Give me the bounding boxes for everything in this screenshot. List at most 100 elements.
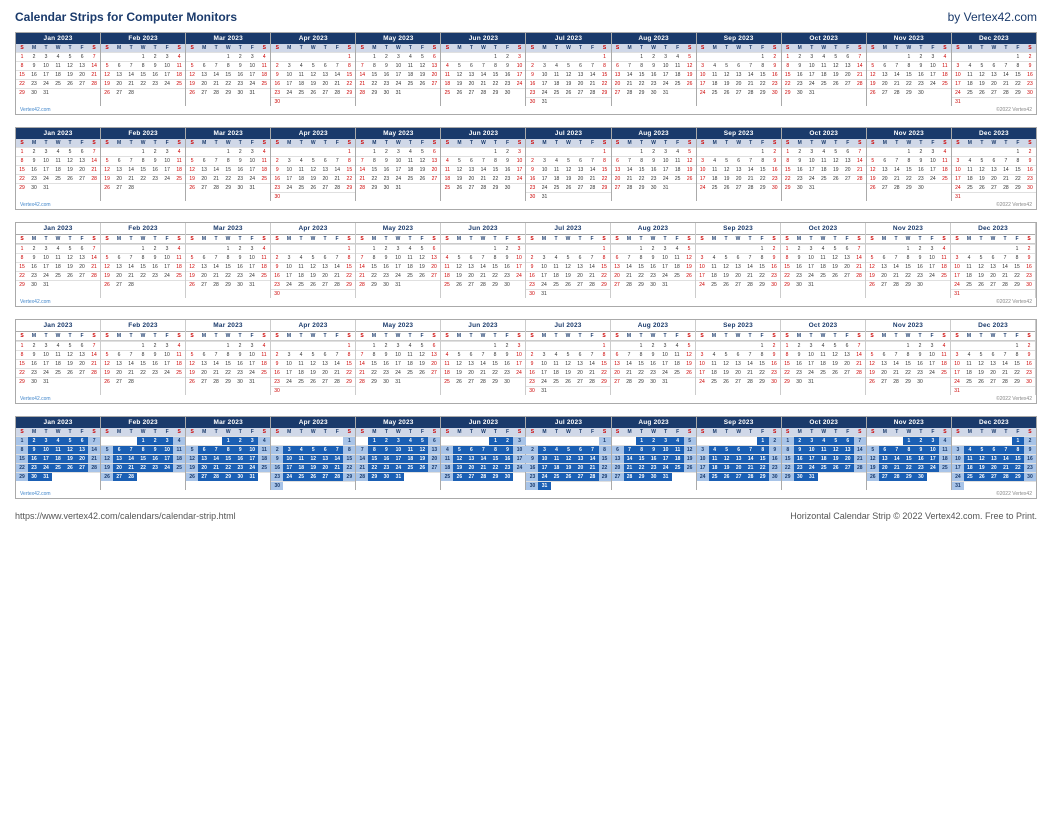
day-cell: 2: [768, 245, 780, 253]
day-cell: 18: [964, 175, 976, 183]
dow-cell: S: [782, 139, 794, 147]
dow-cell: S: [1024, 44, 1036, 52]
day-cell: 16: [647, 360, 659, 368]
strip-footer: Vertex42.com©2022 Vertex42: [16, 201, 1036, 209]
dow-cell: S: [599, 428, 611, 436]
dow-cell: T: [149, 428, 161, 436]
dow-cell: M: [708, 235, 720, 243]
week-row: 19202122232425: [101, 368, 185, 377]
day-cell: 17: [246, 360, 258, 368]
day-cell: 28: [210, 378, 222, 386]
dow-cell: S: [867, 139, 879, 147]
day-cell: 28: [125, 184, 137, 192]
day-cell: 6: [113, 62, 125, 70]
week-row: 262728293031: [186, 377, 270, 386]
month-header: Jan 2023: [16, 320, 100, 332]
day-cell: 18: [441, 175, 453, 183]
day-cell: 26: [64, 175, 76, 183]
day-cell: 6: [113, 351, 125, 359]
day-cell: 18: [550, 272, 562, 280]
day-cell: 18: [964, 80, 976, 88]
day-cell: [878, 342, 890, 350]
day-cell: [283, 437, 295, 445]
dow-cell: S: [599, 139, 611, 147]
day-cell: [879, 437, 891, 445]
week-row: 262728293031: [186, 88, 270, 97]
day-cell: 20: [113, 80, 125, 88]
day-cell: 29: [756, 281, 768, 289]
month-block: Mar 2023SMTWTFS 123456789101112131415161…: [186, 320, 271, 395]
day-cell: 2: [769, 437, 781, 445]
day-cell: 2: [769, 53, 781, 61]
day-cell: 25: [404, 369, 416, 377]
day-cell: 1: [635, 342, 647, 350]
day-cell: 19: [453, 175, 465, 183]
dow-cell: S: [343, 139, 355, 147]
day-cell: 7: [356, 62, 368, 70]
day-cell: 21: [1000, 464, 1012, 472]
day-cell: [283, 148, 295, 156]
dow-cell: F: [501, 428, 513, 436]
day-cell: 2: [28, 245, 40, 253]
dow-cell: S: [1024, 428, 1036, 436]
day-cell: 5: [720, 254, 732, 262]
day-cell: 17: [927, 166, 939, 174]
day-cell: 11: [672, 157, 684, 165]
day-cell: 29: [903, 184, 915, 192]
dow-cell: M: [368, 235, 380, 243]
day-cell: [441, 342, 453, 350]
day-cell: [550, 387, 562, 395]
day-cell: 26: [64, 464, 76, 472]
dow-cell: M: [964, 428, 976, 436]
month-block: Jul 2023SMTWTFS 123456789101112131415161…: [526, 33, 611, 106]
day-cell: 17: [40, 455, 52, 463]
day-cell: 15: [781, 263, 793, 271]
day-cell: [52, 281, 64, 289]
day-cell: 1: [343, 437, 355, 445]
day-cell: 14: [853, 351, 865, 359]
day-cell: 3: [40, 342, 52, 350]
day-cell: 4: [551, 157, 563, 165]
day-cell: 8: [16, 157, 28, 165]
dow-cell: W: [817, 235, 829, 243]
dow-cell: W: [222, 139, 234, 147]
day-cell: 1: [781, 342, 793, 350]
day-cell: 13: [113, 166, 125, 174]
day-cell: 27: [611, 378, 623, 386]
dow-cell: T: [915, 44, 927, 52]
week-row: 17181920212223: [952, 463, 1036, 472]
dow-cell: F: [331, 428, 343, 436]
day-cell: 3: [392, 53, 404, 61]
day-cell: 1: [16, 53, 28, 61]
day-cell: 31: [538, 193, 550, 201]
day-cell: 25: [672, 464, 684, 472]
day-cell: [830, 184, 842, 192]
day-cell: 3: [392, 148, 404, 156]
day-cell: 13: [841, 351, 853, 359]
day-cell: 23: [271, 473, 283, 481]
day-cell: 16: [234, 455, 246, 463]
dow-cell: W: [563, 44, 575, 52]
dow-row: SMTWTFS: [271, 428, 355, 436]
day-cell: 17: [926, 360, 938, 368]
dow-cell: M: [453, 332, 465, 340]
month-block: Aug 2023SMTWTFS 123456789101112131415161…: [612, 33, 697, 106]
day-cell: 15: [902, 263, 914, 271]
day-cell: 27: [611, 281, 623, 289]
day-cell: 2: [501, 245, 513, 253]
month-header: Mar 2023: [186, 417, 270, 428]
week-row: 1: [271, 244, 355, 253]
dow-cell: S: [186, 235, 198, 243]
day-cell: 26: [684, 464, 696, 472]
day-cell: 30: [271, 482, 283, 490]
day-cell: 4: [52, 53, 64, 61]
day-cell: [879, 53, 891, 61]
month-block: Apr 2023SMTWTFS 123456789101112131415161…: [271, 223, 356, 298]
day-cell: 31: [805, 378, 817, 386]
dow-cell: T: [830, 428, 842, 436]
day-cell: 10: [392, 62, 404, 70]
day-cell: 22: [16, 464, 28, 472]
day-cell: 22: [1012, 80, 1024, 88]
day-cell: 26: [64, 80, 76, 88]
day-cell: 12: [453, 263, 465, 271]
